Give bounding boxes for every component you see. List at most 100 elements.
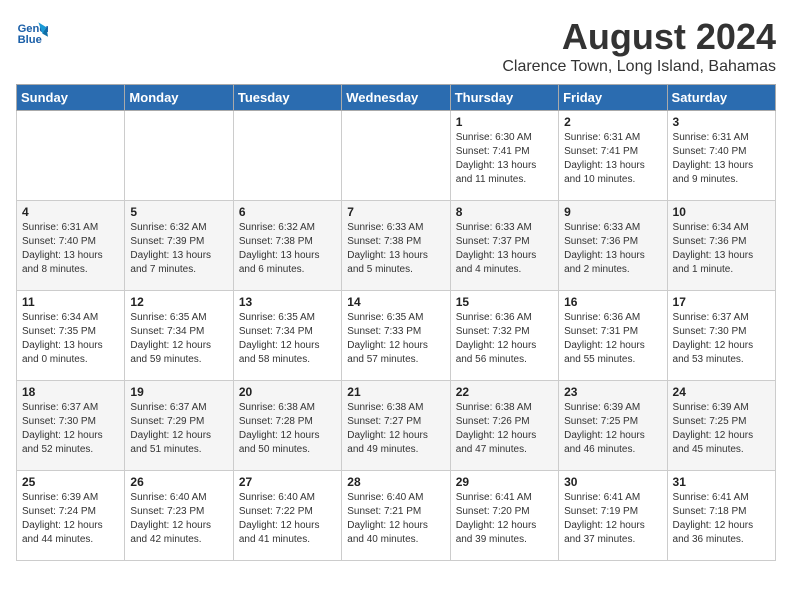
calendar-cell: 27 Sunrise: 6:40 AM Sunset: 7:22 PM Dayli… [233,471,341,561]
calendar-cell: 30 Sunrise: 6:41 AM Sunset: 7:19 PM Dayli… [559,471,667,561]
day-number: 21 [347,385,444,399]
day-info: Sunrise: 6:40 AM Sunset: 7:22 PM Dayligh… [239,491,336,547]
calendar-title: August 2024 [502,16,776,58]
day-info: Sunrise: 6:35 AM Sunset: 7:34 PM Dayligh… [239,311,336,367]
page-header: General Blue August 2024 Clarence Town, … [16,16,776,76]
day-number: 3 [673,115,770,129]
calendar-cell: 6 Sunrise: 6:32 AM Sunset: 7:38 PM Daylig… [233,201,341,291]
calendar-cell: 18 Sunrise: 6:37 AM Sunset: 7:30 PM Dayli… [17,381,125,471]
day-info: Sunrise: 6:38 AM Sunset: 7:28 PM Dayligh… [239,401,336,457]
calendar-cell: 19Sunrise: 6:37 AM Sunset: 7:29 PM Dayli… [125,381,233,471]
day-number: 23 [564,385,661,399]
calendar-cell: 24Sunrise: 6:39 AM Sunset: 7:25 PM Dayli… [667,381,775,471]
calendar-cell: 9Sunrise: 6:33 AM Sunset: 7:36 PM Daylig… [559,201,667,291]
day-number: 4 [22,205,119,219]
calendar-cell: 1 Sunrise: 6:30 AM Sunset: 7:41 PM Daylig… [450,111,558,201]
calendar-cell: 28 Sunrise: 6:40 AM Sunset: 7:21 PM Dayli… [342,471,450,561]
calendar-cell: 3 Sunrise: 6:31 AM Sunset: 7:40 PM Daylig… [667,111,775,201]
calendar-cell [125,111,233,201]
day-number: 27 [239,475,336,489]
day-number: 30 [564,475,661,489]
day-number: 31 [673,475,770,489]
calendar-cell: 21Sunrise: 6:38 AM Sunset: 7:27 PM Dayli… [342,381,450,471]
day-number: 5 [130,205,227,219]
weekday-header-wednesday: Wednesday [342,85,450,111]
day-number: 12 [130,295,227,309]
day-info: Sunrise: 6:30 AM Sunset: 7:41 PM Dayligh… [456,131,553,187]
day-info: Sunrise: 6:41 AM Sunset: 7:19 PM Dayligh… [564,491,661,547]
calendar-cell: 17 Sunrise: 6:37 AM Sunset: 7:30 PM Dayli… [667,291,775,381]
weekday-header-row: SundayMondayTuesdayWednesdayThursdayFrid… [17,85,776,111]
calendar-cell: 14 Sunrise: 6:35 AM Sunset: 7:33 PM Dayli… [342,291,450,381]
weekday-header-tuesday: Tuesday [233,85,341,111]
calendar-cell: 12 Sunrise: 6:35 AM Sunset: 7:34 PM Dayli… [125,291,233,381]
calendar-cell [342,111,450,201]
day-number: 20 [239,385,336,399]
day-info: Sunrise: 6:39 AM Sunset: 7:25 PM Dayligh… [564,401,661,457]
day-number: 2 [564,115,661,129]
svg-text:Blue: Blue [18,34,42,46]
day-number: 6 [239,205,336,219]
calendar-cell: 31 Sunrise: 6:41 AM Sunset: 7:18 PM Dayli… [667,471,775,561]
day-info: Sunrise: 6:33 AM Sunset: 7:37 PM Dayligh… [456,221,553,277]
day-info: Sunrise: 6:37 AM Sunset: 7:30 PM Dayligh… [673,311,770,367]
calendar-cell: 20 Sunrise: 6:38 AM Sunset: 7:28 PM Dayli… [233,381,341,471]
calendar-week-3: 11Sunrise: 6:34 AM Sunset: 7:35 PM Dayli… [17,291,776,381]
weekday-header-friday: Friday [559,85,667,111]
calendar-cell: 10Sunrise: 6:34 AM Sunset: 7:36 PM Dayli… [667,201,775,291]
weekday-header-thursday: Thursday [450,85,558,111]
day-number: 9 [564,205,661,219]
day-info: Sunrise: 6:33 AM Sunset: 7:38 PM Dayligh… [347,221,444,277]
calendar-cell: 5 Sunrise: 6:32 AM Sunset: 7:39 PM Daylig… [125,201,233,291]
day-number: 28 [347,475,444,489]
day-info: Sunrise: 6:40 AM Sunset: 7:21 PM Dayligh… [347,491,444,547]
day-number: 14 [347,295,444,309]
day-number: 7 [347,205,444,219]
calendar-subtitle: Clarence Town, Long Island, Bahamas [502,58,776,76]
day-number: 11 [22,295,119,309]
day-info: Sunrise: 6:41 AM Sunset: 7:18 PM Dayligh… [673,491,770,547]
day-number: 1 [456,115,553,129]
day-info: Sunrise: 6:31 AM Sunset: 7:41 PM Dayligh… [564,131,661,187]
calendar-cell: 26Sunrise: 6:40 AM Sunset: 7:23 PM Dayli… [125,471,233,561]
day-info: Sunrise: 6:32 AM Sunset: 7:39 PM Dayligh… [130,221,227,277]
day-number: 13 [239,295,336,309]
day-number: 10 [673,205,770,219]
day-number: 17 [673,295,770,309]
calendar-cell: 15Sunrise: 6:36 AM Sunset: 7:32 PM Dayli… [450,291,558,381]
day-info: Sunrise: 6:31 AM Sunset: 7:40 PM Dayligh… [673,131,770,187]
calendar-cell: 13 Sunrise: 6:35 AM Sunset: 7:34 PM Dayli… [233,291,341,381]
calendar-cell: 23 Sunrise: 6:39 AM Sunset: 7:25 PM Dayli… [559,381,667,471]
calendar-week-4: 18 Sunrise: 6:37 AM Sunset: 7:30 PM Dayli… [17,381,776,471]
day-number: 19 [130,385,227,399]
weekday-header-saturday: Saturday [667,85,775,111]
day-info: Sunrise: 6:41 AM Sunset: 7:20 PM Dayligh… [456,491,553,547]
calendar-cell [233,111,341,201]
day-info: Sunrise: 6:39 AM Sunset: 7:25 PM Dayligh… [673,401,770,457]
weekday-header-sunday: Sunday [17,85,125,111]
day-number: 29 [456,475,553,489]
day-info: Sunrise: 6:37 AM Sunset: 7:30 PM Dayligh… [22,401,119,457]
day-number: 15 [456,295,553,309]
logo: General Blue [16,16,48,48]
calendar-cell: 2 Sunrise: 6:31 AM Sunset: 7:41 PM Daylig… [559,111,667,201]
day-info: Sunrise: 6:38 AM Sunset: 7:26 PM Dayligh… [456,401,553,457]
day-number: 25 [22,475,119,489]
day-number: 22 [456,385,553,399]
title-block: August 2024 Clarence Town, Long Island, … [502,16,776,76]
calendar-week-5: 25 Sunrise: 6:39 AM Sunset: 7:24 PM Dayli… [17,471,776,561]
calendar-cell: 11Sunrise: 6:34 AM Sunset: 7:35 PM Dayli… [17,291,125,381]
day-number: 8 [456,205,553,219]
day-number: 16 [564,295,661,309]
day-info: Sunrise: 6:35 AM Sunset: 7:33 PM Dayligh… [347,311,444,367]
calendar-cell: 29 Sunrise: 6:41 AM Sunset: 7:20 PM Dayli… [450,471,558,561]
day-info: Sunrise: 6:39 AM Sunset: 7:24 PM Dayligh… [22,491,119,547]
day-info: Sunrise: 6:36 AM Sunset: 7:31 PM Dayligh… [564,311,661,367]
calendar-cell: 25 Sunrise: 6:39 AM Sunset: 7:24 PM Dayli… [17,471,125,561]
calendar-week-2: 4Sunrise: 6:31 AM Sunset: 7:40 PM Daylig… [17,201,776,291]
day-number: 26 [130,475,227,489]
day-info: Sunrise: 6:32 AM Sunset: 7:38 PM Dayligh… [239,221,336,277]
calendar-cell [17,111,125,201]
day-number: 18 [22,385,119,399]
day-info: Sunrise: 6:35 AM Sunset: 7:34 PM Dayligh… [130,311,227,367]
